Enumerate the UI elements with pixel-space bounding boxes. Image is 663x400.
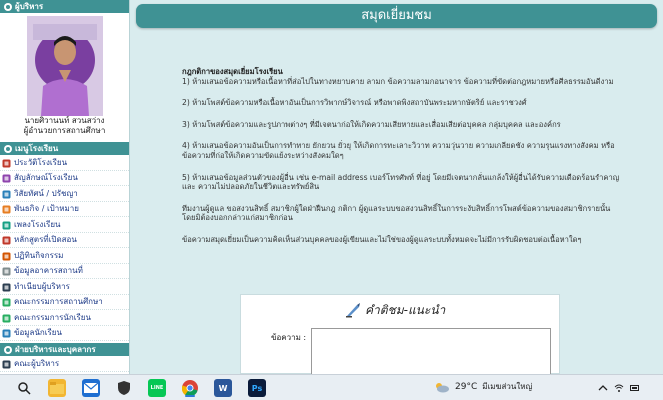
menu-item[interactable]: ข้อมูลอาคารสถานที่ xyxy=(0,264,129,279)
feedback-logo: คำติชม-แนะนำ xyxy=(345,301,445,319)
line-app-icon[interactable]: LINE xyxy=(148,379,166,397)
music-icon xyxy=(2,220,11,230)
windows-taskbar: LINE W Ps 29°C มีเมฆส่วนใหญ่ xyxy=(0,374,663,400)
menu-item[interactable]: คณะผู้บริหาร xyxy=(0,356,129,372)
menu-item[interactable]: วิสัยทัศน์ / ปรัชญา xyxy=(0,186,129,202)
school-menu-header-label: เมนูโรงเรียน xyxy=(15,144,59,153)
menu-item-label: คณะผู้บริหาร xyxy=(14,358,60,368)
target-icon xyxy=(2,204,11,214)
menu-item-label: ประวัติโรงเรียน xyxy=(14,157,68,167)
mail-icon[interactable] xyxy=(82,379,100,397)
menu-item[interactable]: เพลงโรงเรียน xyxy=(0,217,129,233)
weather-widget[interactable]: 29°C มีเมฆส่วนใหญ่ xyxy=(434,380,532,393)
main-content: สมุดเยี่ยมชม กฎกติกาของสมุดเยี่ยมโรงเรีย… xyxy=(130,0,663,376)
staff-menu-list: คณะผู้บริหาร xyxy=(0,356,129,372)
rule-item: 3) ห้ามโพสต์ข้อความและรูปภาพต่างๆ ที่มีเ… xyxy=(182,119,561,129)
rule-item: 1) ห้ามเสนอข้อความหรือเนื้อหาที่ส่อไปในท… xyxy=(182,76,614,86)
school-menu-list: ประวัติโรงเรียนสัญลักษณ์โรงเรียนวิสัยทัศ… xyxy=(0,155,129,341)
search-icon[interactable] xyxy=(15,379,33,397)
menu-item[interactable]: ประวัติโรงเรียน xyxy=(0,155,129,171)
cloud-icon xyxy=(436,382,449,392)
building-icon xyxy=(2,266,11,276)
menu-item-label: ทำเนียบผู้บริหาร xyxy=(14,281,70,291)
rule-item: 2) ห้ามโพสต์ข้อความหรือเนื้อหาอันเป็นการ… xyxy=(182,98,527,108)
rule-item: 5) ห้ามเสนอข้อมูลส่วนตัวของผู้อื่น เช่น … xyxy=(182,172,620,192)
director-name: นายศิวานนท์ สวนสว่าง xyxy=(24,116,105,125)
group-icon xyxy=(4,345,12,354)
battery-icon[interactable] xyxy=(630,383,640,393)
notice-paragraph: ทีมงานผู้ดูแล ขอสงวนสิทธิ์ สมาชิกผู้ใดฝ่… xyxy=(182,203,611,223)
rule-item: 4) ห้ามเสนอข้อความอันเป็นการทำทาย ยักยวน… xyxy=(182,141,615,160)
student-icon xyxy=(2,328,11,338)
disclaimer: ข้อความสมุดเยี่ยมเป็นความคิดเห็นส่วนบุคค… xyxy=(182,234,582,244)
chevron-up-icon[interactable] xyxy=(598,383,608,393)
book-icon xyxy=(2,235,11,245)
people-icon xyxy=(2,359,11,369)
school-menu-header: เมนูโรงเรียน xyxy=(0,142,129,155)
menu-item-label: คณะกรรมการสถานศึกษา xyxy=(14,297,103,306)
menu-item-label: หลักสูตรที่เปิดสอน xyxy=(14,235,77,244)
menu-item[interactable]: คณะกรรมการนักเรียน xyxy=(0,310,129,326)
menu-item-label: ปฏิทินกิจกรรม xyxy=(14,250,64,260)
quill-pen-icon xyxy=(346,303,360,318)
guestbook-rules: กฎกติกาของสมุดเยี่ยมโรงเรียน 1) ห้ามเสนอ… xyxy=(182,67,622,257)
menu-item-label: เพลงโรงเรียน xyxy=(14,219,61,229)
people-icon xyxy=(2,282,11,292)
system-tray xyxy=(598,383,640,393)
menu-item[interactable]: พันธกิจ / เป้าหมาย xyxy=(0,202,129,217)
menu-item[interactable]: คณะกรรมการสถานศึกษา xyxy=(0,295,129,310)
menu-item[interactable]: หลักสูตรที่เปิดสอน xyxy=(0,233,129,248)
photoshop-icon[interactable]: Ps xyxy=(248,379,266,397)
file-explorer-icon[interactable] xyxy=(48,379,66,397)
feedback-logo-text: คำติชม-แนะนำ xyxy=(365,302,446,317)
eye-icon xyxy=(2,189,11,199)
chrome-icon[interactable] xyxy=(181,379,199,397)
menu-item[interactable]: สัญลักษณ์โรงเรียน xyxy=(0,171,129,186)
word-icon[interactable]: W xyxy=(214,379,232,397)
group-icon xyxy=(2,313,11,323)
guestbook-banner: สมุดเยี่ยมชม xyxy=(136,4,657,28)
message-textarea[interactable] xyxy=(311,328,551,376)
staff-header: ฝ่ายบริหารและบุคลากร xyxy=(0,343,129,356)
weather-condition: มีเมฆส่วนใหญ่ xyxy=(482,382,533,391)
feedback-form: คำติชม-แนะนำ ข้อความ : xyxy=(240,294,560,376)
person-icon xyxy=(4,2,12,11)
menu-item[interactable]: ข้อมูลนักเรียน xyxy=(0,326,129,341)
director-photo xyxy=(26,16,103,116)
menu-item[interactable]: ปฏิทินกิจกรรม xyxy=(0,248,129,264)
menu-item-label: ข้อมูลอาคารสถานที่ xyxy=(14,266,83,275)
sidebar: ผู้บริหาร นายศิวานนท์ สวนสว่าง ผู้อำนวยก… xyxy=(0,0,130,374)
emblem-icon xyxy=(2,173,11,183)
calendar-icon xyxy=(2,251,11,261)
admin-header-label: ผู้บริหาร xyxy=(15,2,44,11)
menu-item-label: ข้อมูลนักเรียน xyxy=(14,328,62,337)
security-shield-icon[interactable] xyxy=(115,379,133,397)
menu-item-label: คณะกรรมการนักเรียน xyxy=(14,312,91,322)
director-title: ผู้อำนวยการสถานศึกษา xyxy=(23,126,106,135)
staff-header-label: ฝ่ายบริหารและบุคลากร xyxy=(15,345,96,354)
message-label: ข้อความ : xyxy=(271,333,307,342)
menu-icon xyxy=(4,144,12,153)
group-icon xyxy=(2,297,11,307)
menu-item-label: วิสัยทัศน์ / ปรัชญา xyxy=(14,188,78,198)
wifi-icon[interactable] xyxy=(614,383,624,393)
menu-item-label: สัญลักษณ์โรงเรียน xyxy=(14,173,78,182)
active-app-indicator xyxy=(185,395,195,397)
menu-item-label: พันธกิจ / เป้าหมาย xyxy=(14,204,79,213)
rules-title: กฎกติกาของสมุดเยี่ยมโรงเรียน xyxy=(182,67,283,76)
book-icon xyxy=(2,158,11,168)
menu-item[interactable]: ทำเนียบผู้บริหาร xyxy=(0,279,129,295)
temperature: 29°C xyxy=(455,381,478,392)
admin-header: ผู้บริหาร xyxy=(0,0,129,13)
